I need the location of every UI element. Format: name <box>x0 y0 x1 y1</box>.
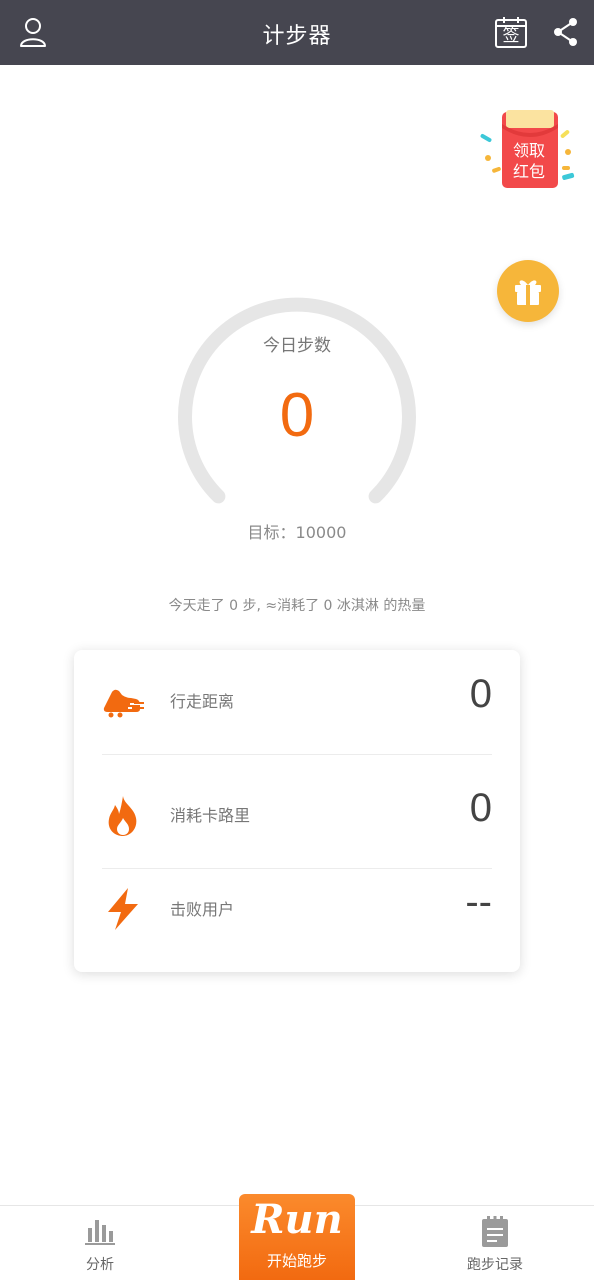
nav-run-records-label: 跑步记录 <box>467 1257 523 1273</box>
start-run-label: 开始跑步 <box>266 1252 327 1270</box>
gift-icon <box>515 280 541 305</box>
today-steps-label: 今日步数 <box>263 336 331 356</box>
red-packet-button[interactable]: 领取 红包 <box>478 108 578 200</box>
lightning-icon <box>100 886 146 932</box>
red-packet-label: 领取 红包 <box>504 140 554 182</box>
stat-name-rank: 击败用户 <box>170 900 235 919</box>
sign-in-calendar-icon[interactable]: 签 <box>494 15 528 49</box>
red-packet-line2: 红包 <box>512 162 545 181</box>
red-packet-line1: 领取 <box>512 141 545 160</box>
goal-prefix: 目标： <box>247 523 296 542</box>
stat-row-distance[interactable]: 行走距离 0 <box>74 650 520 764</box>
stats-card: 行走距离 0 消耗卡路里 0 击败用户 -- <box>74 650 520 972</box>
notepad-icon <box>482 1216 508 1247</box>
stat-name-distance: 行走距离 <box>170 692 235 711</box>
start-run-button[interactable]: Run 开始跑步 <box>239 1194 355 1280</box>
goal-value: 10000 <box>295 523 347 542</box>
today-steps-value: 0 <box>279 381 315 450</box>
stat-value-distance: 0 <box>469 672 492 716</box>
share-icon[interactable] <box>552 15 586 49</box>
divider <box>102 754 492 755</box>
stat-value-rank: -- <box>465 880 492 924</box>
nav-analysis-label: 分析 <box>86 1257 114 1273</box>
bar-chart-icon <box>85 1220 115 1245</box>
stat-name-calories: 消耗卡路里 <box>170 806 251 825</box>
gift-button[interactable] <box>497 260 559 322</box>
stat-value-calories: 0 <box>469 786 492 830</box>
step-goal: 目标：10000 <box>0 519 594 543</box>
daily-summary: 今天走了 0 步, ≈消耗了 0 冰淇淋 的热量 <box>168 598 426 614</box>
nav-run-records[interactable]: 跑步记录 <box>435 1206 555 1280</box>
run-logo-text: Run <box>251 1196 343 1243</box>
flame-icon <box>100 792 146 838</box>
top-bar: 计步器 签 <box>0 0 594 65</box>
running-shoe-icon <box>100 678 146 724</box>
stat-row-rank[interactable]: 击败用户 -- <box>74 858 520 972</box>
nav-analysis[interactable]: 分析 <box>40 1206 160 1280</box>
sign-in-label: 签 <box>502 26 520 46</box>
